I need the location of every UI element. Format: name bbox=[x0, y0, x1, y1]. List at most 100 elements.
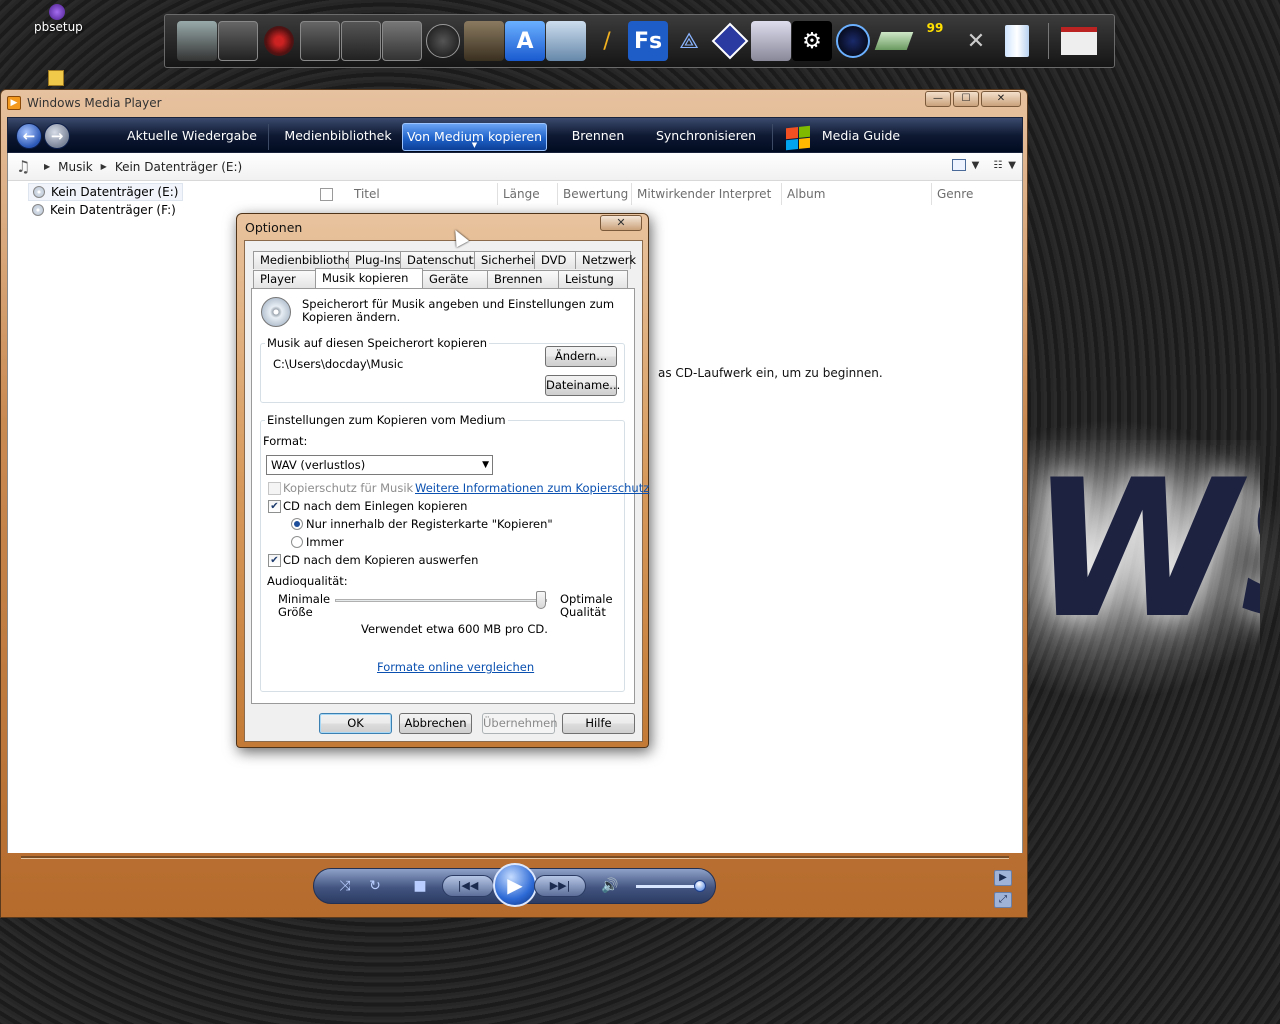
switch-view-icon[interactable]: ▶ bbox=[994, 870, 1012, 886]
compare-formats-link[interactable]: Formate online vergleichen bbox=[377, 660, 534, 674]
column-title[interactable]: Titel bbox=[349, 183, 497, 205]
tab-plugins[interactable]: Plug-Ins bbox=[348, 251, 401, 269]
fs-icon[interactable]: Fs bbox=[628, 21, 668, 61]
next-button[interactable]: ▶▶| bbox=[534, 875, 586, 897]
tab-media-guide[interactable]: Media Guide bbox=[820, 123, 902, 151]
window-icon[interactable] bbox=[1059, 21, 1099, 61]
tool-icon[interactable] bbox=[300, 21, 340, 61]
dock: A / Fs ⟁ ⚙ 99 ✕ bbox=[164, 14, 1115, 68]
volume-track[interactable] bbox=[636, 885, 698, 888]
radio-rip-tab-only[interactable] bbox=[291, 518, 303, 530]
shuffle-icon[interactable]: ⤨ bbox=[336, 877, 354, 895]
stop-icon[interactable]: ■ bbox=[412, 877, 428, 895]
maximize-button[interactable]: ☐ bbox=[953, 91, 979, 107]
breadcrumb-music[interactable]: Musik bbox=[58, 160, 93, 174]
ok-button[interactable]: OK bbox=[319, 713, 392, 734]
tab-devices[interactable]: Geräte bbox=[422, 270, 488, 288]
tab-sync[interactable]: Synchronisieren bbox=[651, 123, 761, 151]
column-length[interactable]: Länge bbox=[497, 183, 557, 205]
tool-icon[interactable] bbox=[341, 21, 381, 61]
recycle-bin-icon[interactable] bbox=[997, 21, 1037, 61]
volume-icon[interactable]: 🔊 bbox=[600, 877, 620, 895]
chevron-down-icon: ▼ bbox=[482, 460, 489, 470]
column-album[interactable]: Album bbox=[781, 183, 931, 205]
tab-player[interactable]: Player bbox=[253, 270, 316, 288]
tab-rip[interactable]: Von Medium kopieren ▼ bbox=[402, 123, 547, 151]
gauge-icon[interactable] bbox=[833, 21, 873, 61]
play-button[interactable]: ▶ bbox=[493, 863, 537, 907]
desktop-icon-pbsetup[interactable]: pbsetup bbox=[34, 4, 83, 34]
radio-always[interactable] bbox=[291, 536, 303, 548]
view-options-icon[interactable]: ☷ bbox=[993, 160, 1002, 171]
tab-network[interactable]: Netzwerk bbox=[575, 251, 636, 269]
callofduty-icon[interactable] bbox=[423, 21, 463, 61]
rip-path: C:\Users\docday\Music bbox=[273, 357, 404, 371]
quality-max-label-2: Qualität bbox=[560, 605, 606, 619]
nav-separator bbox=[268, 124, 269, 150]
close-button[interactable]: ✕ bbox=[981, 91, 1021, 107]
format-select-value: WAV (verlustlos) bbox=[271, 458, 366, 472]
network-icon[interactable]: ⟁ bbox=[669, 21, 709, 61]
tab-security[interactable]: Sicherheit bbox=[474, 251, 539, 269]
tree-item-drive-e[interactable]: Kein Datenträger (E:) bbox=[28, 183, 184, 201]
folder-icon[interactable] bbox=[48, 70, 64, 86]
tab-now-playing[interactable]: Aktuelle Wiedergabe bbox=[125, 123, 259, 151]
tab-privacy[interactable]: Datenschutz bbox=[400, 251, 479, 269]
copy-protect-checkbox[interactable] bbox=[268, 482, 281, 495]
tab-performance[interactable]: Leistung bbox=[558, 270, 628, 288]
drive-icon[interactable] bbox=[874, 21, 914, 61]
quality-label: Audioqualität: bbox=[267, 574, 348, 588]
chevron-down-icon[interactable]: ▼ bbox=[1008, 160, 1016, 171]
tab-burn[interactable]: Brennen bbox=[561, 123, 635, 151]
copy-protect-info-link[interactable]: Weitere Informationen zum Kopierschutz bbox=[415, 481, 649, 495]
column-rating[interactable]: Bewertung bbox=[557, 183, 631, 205]
format-select[interactable]: WAV (verlustlos) ▼ bbox=[266, 455, 493, 475]
layout-icon[interactable] bbox=[951, 159, 966, 171]
tab-library[interactable]: Medienbibliothek bbox=[280, 123, 396, 151]
window-app-icon[interactable] bbox=[546, 21, 586, 61]
help-button[interactable]: Hilfe bbox=[562, 713, 635, 734]
disc-icon[interactable] bbox=[259, 21, 299, 61]
column-artist[interactable]: Mitwirkender Interpret bbox=[631, 183, 781, 205]
previous-button[interactable]: |◀◀ bbox=[442, 875, 494, 897]
info-diamond-icon[interactable] bbox=[710, 21, 750, 61]
tab-dvd[interactable]: DVD bbox=[534, 251, 576, 269]
dialog-close-button[interactable]: ✕ bbox=[600, 215, 642, 231]
tab-burn[interactable]: Brennen bbox=[487, 270, 559, 288]
seek-bar[interactable] bbox=[21, 856, 1009, 859]
apply-button[interactable]: Übernehmen bbox=[482, 713, 558, 734]
callofduty2-icon[interactable] bbox=[464, 21, 504, 61]
tree-item-drive-f[interactable]: Kein Datenträger (F:) bbox=[28, 201, 183, 219]
rip-on-insert-checkbox[interactable]: ✔ bbox=[268, 500, 281, 513]
volume-slider[interactable] bbox=[694, 880, 706, 892]
forward-button[interactable]: → bbox=[44, 123, 70, 149]
tool-icon[interactable] bbox=[218, 21, 258, 61]
tools-icon[interactable]: ✕ bbox=[956, 21, 996, 61]
tool-icon[interactable] bbox=[382, 21, 422, 61]
breadcrumb-drive[interactable]: Kein Datenträger (E:) bbox=[115, 160, 242, 174]
back-button[interactable]: ← bbox=[16, 123, 42, 149]
arrow-app-icon[interactable]: A bbox=[505, 21, 545, 61]
change-location-button[interactable]: Ändern... bbox=[545, 346, 617, 367]
tab-rip-music[interactable]: Musik kopieren bbox=[315, 268, 423, 288]
filename-button[interactable]: Dateiname... bbox=[545, 375, 620, 396]
quality-slider-track[interactable] bbox=[335, 599, 547, 602]
chevron-down-icon[interactable]: ▼ bbox=[972, 160, 980, 171]
repeat-icon[interactable]: ↻ bbox=[366, 877, 384, 895]
monitor-99-icon[interactable]: 99 bbox=[915, 21, 955, 61]
eject-after-checkbox[interactable]: ✔ bbox=[268, 554, 281, 567]
cd-drive-icon bbox=[33, 186, 45, 198]
select-all-checkbox[interactable] bbox=[320, 187, 333, 201]
computer-network-icon[interactable] bbox=[751, 21, 791, 61]
cancel-button[interactable]: Abbrechen bbox=[399, 713, 472, 734]
column-genre[interactable]: Genre bbox=[931, 183, 1007, 205]
brush-icon[interactable]: / bbox=[587, 21, 627, 61]
minimize-button[interactable]: — bbox=[925, 91, 951, 107]
tab-library[interactable]: Medienbibliothek bbox=[253, 251, 359, 269]
steam-icon[interactable]: ⚙ bbox=[792, 21, 832, 61]
compact-mode-icon[interactable]: ⤢ bbox=[994, 892, 1012, 908]
music-note-icon: ♫ bbox=[16, 157, 31, 176]
quality-slider-thumb[interactable] bbox=[536, 591, 546, 609]
radio-rip-tab-only-label: Nur innerhalb der Registerkarte "Kopiere… bbox=[306, 517, 553, 531]
monitor-icon[interactable] bbox=[177, 21, 217, 61]
